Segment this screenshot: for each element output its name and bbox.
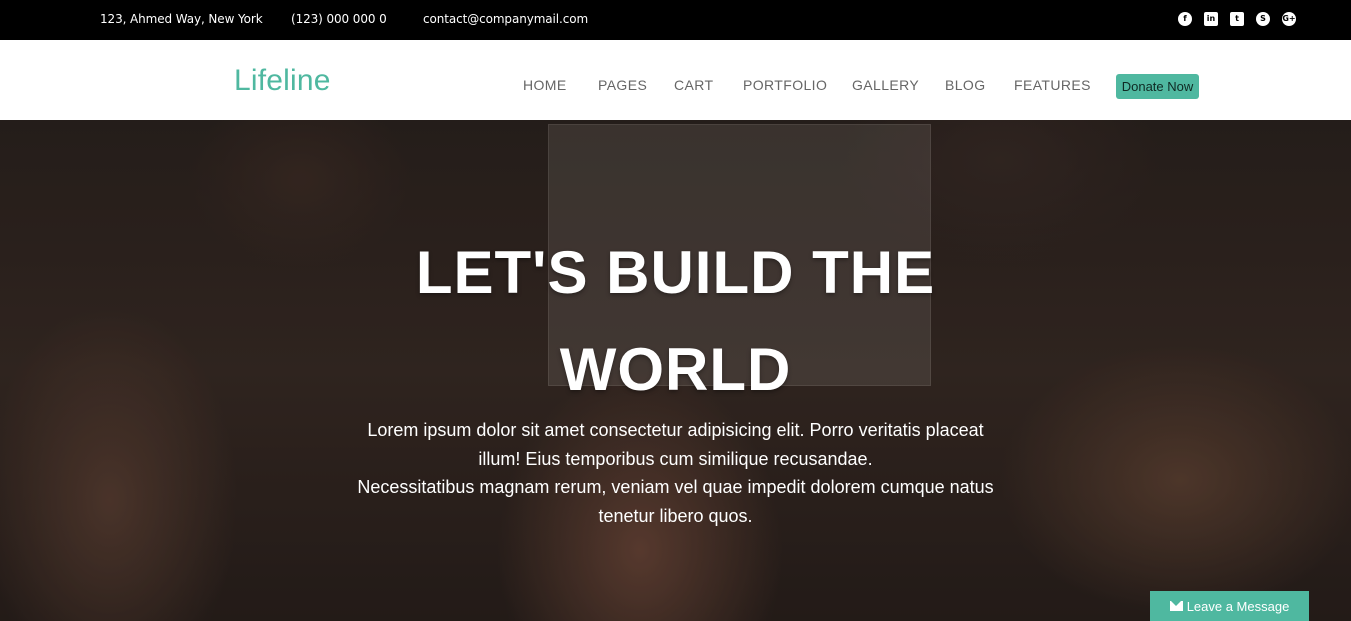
hero-text-line-2: illum! Eius temporibus cum similique rec… [478,448,873,469]
nav-cart[interactable]: CART [674,77,713,93]
hero-section: LET'S BUILD THE WORLD Lorem ipsum dolor … [0,120,1351,621]
hero-text-line-3: Necessitatibus magnam rerum, veniam vel … [357,477,994,497]
twitter-icon[interactable]: t [1230,12,1244,26]
hero-text-line-1: Lorem ipsum dolor sit amet consectetur a… [367,420,984,440]
envelope-icon [1169,601,1183,611]
hero-text-line-4: tenetur libero quos. [598,505,753,526]
phone-text: (123) 000 000 0 [291,12,387,26]
hero-title: LET'S BUILD THE WORLD [0,224,1351,418]
nav-pages[interactable]: PAGES [598,77,647,93]
nav-blog[interactable]: BLOG [945,77,986,93]
linkedin-icon[interactable]: in [1204,12,1218,26]
donate-button[interactable]: Donate Now [1116,74,1199,99]
hero-title-line-1: LET'S BUILD THE [415,239,936,306]
social-links: f in t S G+ [1178,12,1296,26]
google-plus-icon[interactable]: G+ [1282,12,1296,26]
email-link[interactable]: contact@companymail.com [423,12,588,26]
nav-home[interactable]: HOME [523,77,567,93]
address-text: 123, Ahmed Way, New York [100,12,263,26]
leave-message-label: Leave a Message [1186,598,1290,614]
nav-portfolio[interactable]: PORTFOLIO [743,77,827,93]
nav-gallery[interactable]: GALLERY [852,77,919,93]
leave-message-button[interactable]: Leave a Message [1150,591,1309,621]
site-logo[interactable]: Lifeline [234,64,331,98]
nav-features[interactable]: FEATURES [1014,77,1091,93]
hero-description: Lorem ipsum dolor sit amet consectetur a… [320,416,1031,530]
top-bar: 123, Ahmed Way, New York (123) 000 000 0… [0,0,1351,40]
hero-title-line-2: WORLD [559,336,792,403]
facebook-icon[interactable]: f [1178,12,1192,26]
skype-icon[interactable]: S [1256,12,1270,26]
main-navbar: Lifeline HOME PAGES CART PORTFOLIO GALLE… [0,40,1351,120]
